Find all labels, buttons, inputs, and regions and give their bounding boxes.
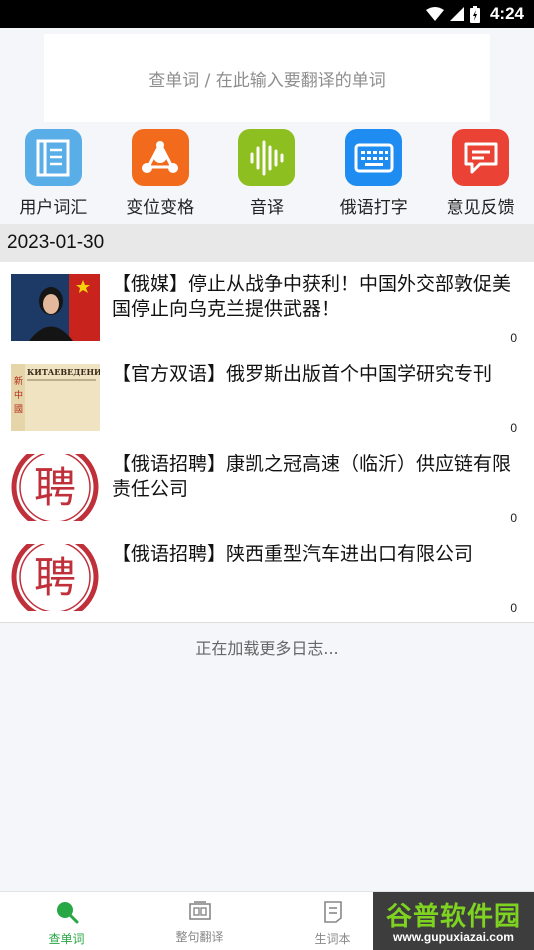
quick-action-transliteration[interactable]: 音译 — [214, 126, 321, 222]
quick-action-label: 变位变格 — [126, 198, 195, 218]
svg-text:新: 新 — [14, 375, 23, 387]
news-title: 【俄媒】停止从战争中获利！中国外交部敦促美国停止向乌克兰提供武器！ — [112, 273, 512, 320]
tab-lookup[interactable]: 查单词 — [0, 892, 133, 950]
view-count: 0 — [510, 601, 517, 615]
thumb-caption: 聘 — [34, 553, 76, 602]
watermark-url: www.gupuxiazai.com — [393, 930, 514, 944]
thumb-caption: КИТАЕВЕДЕНИЕ — [27, 367, 100, 377]
quick-action-label: 意见反馈 — [446, 198, 515, 218]
quick-action-label: 俄语打字 — [339, 198, 408, 218]
wifi-icon — [425, 7, 444, 21]
news-list: 【俄媒】停止从战争中获利！中国外交部敦促美国停止向乌克兰提供武器！ 0 新 中 … — [0, 262, 534, 622]
tab-label: 生词本 — [314, 932, 351, 946]
svg-text:中: 中 — [14, 389, 23, 401]
sound-wave-icon — [238, 129, 296, 186]
quick-action-russian-typing[interactable]: 俄语打字 — [320, 126, 427, 222]
quick-action-feedback[interactable]: 意见反馈 — [427, 126, 534, 222]
svg-text:國: 國 — [14, 404, 23, 415]
view-count: 0 — [510, 511, 517, 525]
status-bar: 4:24 — [0, 0, 534, 28]
list-item[interactable]: 新 中 國 КИТАЕВЕДЕНИЕ 【官方双语】俄罗斯出版首个中国学研究专刊 … — [0, 352, 534, 442]
notebook-icon — [24, 129, 82, 186]
thumb-caption: 聘 — [34, 463, 76, 512]
status-time: 4:24 — [489, 4, 524, 23]
news-thumbnail: 聘 — [11, 454, 100, 521]
tab-label: 整句翻译 — [175, 930, 224, 944]
quick-action-label: 音译 — [249, 198, 284, 218]
loading-more-text: 正在加载更多日志... — [0, 622, 534, 670]
list-item[interactable]: 聘 【俄语招聘】陕西重型汽车进出口有限公司 0 — [0, 532, 534, 622]
battery-icon — [469, 5, 480, 23]
quick-action-label: 用户词汇 — [19, 198, 88, 218]
wordbook-icon — [323, 901, 342, 923]
feedback-icon — [452, 129, 510, 186]
share-nodes-icon — [131, 129, 189, 186]
watermark-title: 谷普软件园 — [385, 902, 521, 932]
search-icon — [56, 902, 78, 924]
quick-action-user-vocabulary[interactable]: 用户词汇 — [0, 126, 107, 222]
quick-actions: 用户词汇 变位变格 音译 俄语打字 意见反馈 — [0, 126, 534, 222]
list-item[interactable]: 聘 【俄语招聘】康凯之冠高速（临沂）供应链有限责任公司 0 — [0, 442, 534, 532]
news-title: 【俄语招聘】陕西重型汽车进出口有限公司 — [112, 543, 474, 565]
news-title: 【俄语招聘】康凯之冠高速（临沂）供应链有限责任公司 — [112, 453, 512, 500]
news-thumbnail: 聘 — [11, 544, 100, 611]
view-count: 0 — [510, 421, 517, 435]
quick-action-conjugation[interactable]: 变位变格 — [107, 126, 214, 222]
status-icons: 4:24 — [425, 4, 524, 24]
search-input[interactable]: 查单词 / 在此输入要翻译的单词 — [44, 34, 490, 122]
translate-icon — [188, 901, 211, 920]
keyboard-icon — [345, 129, 403, 186]
watermark-logo: 谷普软件园 www.gupuxiazai.com — [373, 892, 534, 950]
list-item[interactable]: 【俄媒】停止从战争中获利！中国外交部敦促美国停止向乌克兰提供武器！ 0 — [0, 262, 534, 352]
signal-icon — [449, 7, 464, 21]
tab-label: 查单词 — [48, 932, 85, 946]
news-title: 【官方双语】俄罗斯出版首个中国学研究专刊 — [112, 363, 493, 385]
news-thumbnail: 新 中 國 КИТАЕВЕДЕНИЕ — [11, 364, 100, 431]
news-thumbnail — [11, 274, 100, 341]
view-count: 0 — [510, 331, 517, 345]
date-header: 2023-01-30 — [0, 224, 534, 262]
tab-sentence-translation[interactable]: 整句翻译 — [133, 892, 266, 950]
